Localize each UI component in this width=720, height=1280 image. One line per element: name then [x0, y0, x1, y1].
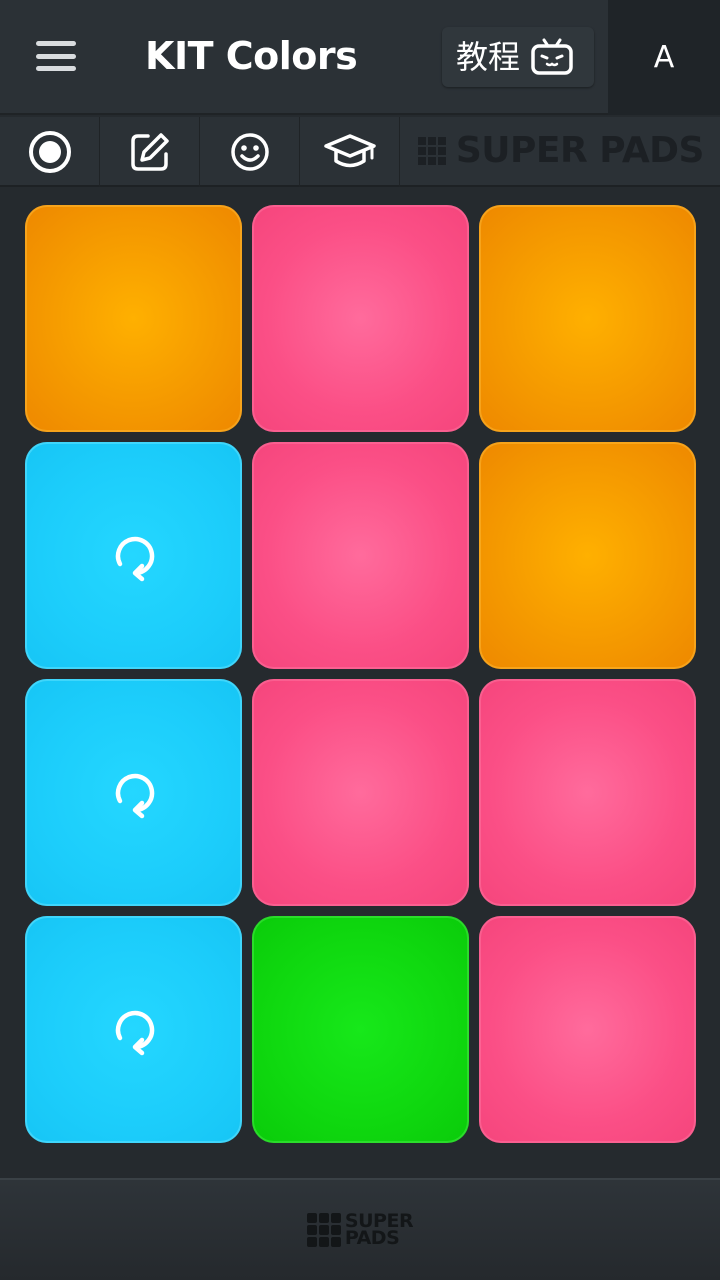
loop-icon: [115, 773, 154, 818]
page-title: KIT Colors: [145, 34, 358, 78]
toolbar: SUPER PADS: [0, 117, 720, 187]
pad-5[interactable]: [252, 442, 469, 669]
smiley-icon: [230, 133, 269, 171]
tutorial-button[interactable]: 教程: [442, 27, 594, 87]
edit-icon: [130, 133, 169, 171]
account-letter: A: [653, 40, 675, 75]
graduation-cap-icon: [323, 134, 376, 168]
super-pads-logo: SUPER PADS: [306, 1212, 414, 1249]
pad-grid: [25, 205, 696, 1145]
pad-7[interactable]: [25, 679, 242, 906]
hamburger-menu-icon[interactable]: [30, 36, 82, 76]
pad-9[interactable]: [479, 679, 696, 906]
brand-strip: SUPER PADS: [400, 117, 720, 185]
record-icon: [28, 131, 71, 173]
pad-1[interactable]: [25, 205, 242, 432]
logo-grid-icon: [306, 1213, 341, 1247]
footer: SUPER PADS: [0, 1178, 720, 1280]
record-button[interactable]: [0, 117, 100, 187]
pad-10[interactable]: [25, 916, 242, 1143]
loop-icon: [115, 536, 154, 581]
tv-icon: [531, 38, 573, 75]
app-header: KIT Colors 教程 A: [0, 0, 720, 115]
pad-12[interactable]: [479, 916, 696, 1143]
account-button[interactable]: A: [608, 0, 720, 115]
pad-6[interactable]: [479, 442, 696, 669]
pad-11[interactable]: [252, 916, 469, 1143]
pad-4[interactable]: [25, 442, 242, 669]
emoji-button[interactable]: [200, 117, 300, 187]
pad-8[interactable]: [252, 679, 469, 906]
learn-button[interactable]: [300, 117, 400, 187]
pads-grid-icon: [417, 137, 446, 165]
brand-strip-text: SUPER PADS: [455, 130, 705, 171]
pad-3[interactable]: [479, 205, 696, 432]
tutorial-button-label: 教程: [456, 38, 521, 76]
logo-word-pads: PADS: [344, 1227, 400, 1249]
loop-icon: [115, 1010, 154, 1055]
edit-button[interactable]: [100, 117, 200, 187]
pad-2[interactable]: [252, 205, 469, 432]
